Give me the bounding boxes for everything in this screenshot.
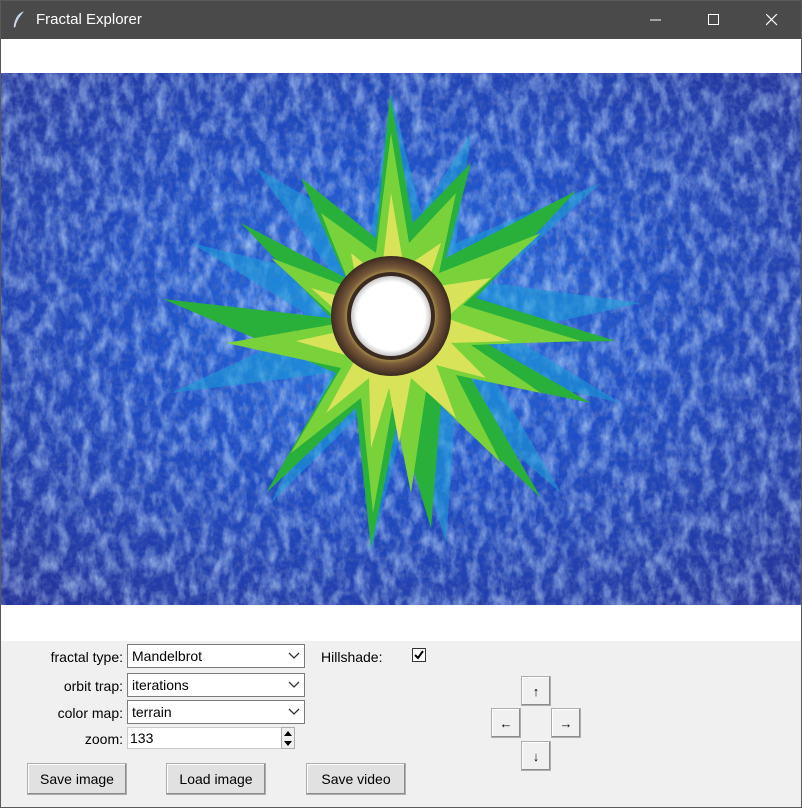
triangle-up-icon <box>284 730 292 736</box>
zoom-stepper[interactable] <box>281 727 295 749</box>
fractal-canvas[interactable] <box>1 39 801 641</box>
save-image-label: Save image <box>40 771 114 787</box>
pan-left-button[interactable]: ← <box>491 708 521 738</box>
save-image-button[interactable]: Save image <box>27 763 127 795</box>
chevron-down-icon <box>288 681 300 688</box>
maximize-button[interactable] <box>685 1 743 39</box>
window-title: Fractal Explorer <box>36 11 142 28</box>
arrow-left-icon: ← <box>499 715 513 731</box>
load-image-label: Load image <box>179 771 253 787</box>
minimize-button[interactable] <box>627 1 685 39</box>
zoom-label: zoom: <box>84 731 123 747</box>
checkmark-icon <box>414 650 424 660</box>
orbit-trap-value: iterations <box>132 677 189 693</box>
minimize-icon <box>650 19 661 21</box>
pan-right-button[interactable]: → <box>551 708 581 738</box>
chevron-down-icon <box>288 652 300 659</box>
zoom-increment-button[interactable] <box>282 728 294 738</box>
load-image-button[interactable]: Load image <box>166 763 266 795</box>
zoom-decrement-button[interactable] <box>282 738 294 748</box>
maximize-icon <box>708 14 719 25</box>
zoom-spinbox[interactable]: 133 <box>127 727 295 749</box>
app-window: Fractal Explorer fractal type: Mandelbro… <box>0 0 802 808</box>
pan-up-button[interactable]: ↑ <box>521 676 551 706</box>
hillshade-label: Hillshade: <box>321 649 383 665</box>
fractal-type-label: fractal type: <box>50 649 123 665</box>
fractal-type-select[interactable]: Mandelbrot <box>127 644 305 668</box>
close-icon <box>766 14 778 26</box>
chevron-down-icon <box>288 708 300 715</box>
save-video-label: Save video <box>321 771 391 787</box>
fractal-image[interactable] <box>1 73 801 605</box>
save-video-button[interactable]: Save video <box>306 763 406 795</box>
close-button[interactable] <box>743 1 801 39</box>
color-map-label: color map: <box>57 705 123 721</box>
color-map-value: terrain <box>132 704 172 720</box>
triangle-down-icon <box>284 740 292 746</box>
orbit-trap-label: orbit trap: <box>63 678 123 694</box>
arrow-right-icon: → <box>559 715 573 731</box>
fractal-type-value: Mandelbrot <box>132 648 203 664</box>
zoom-value: 133 <box>130 730 154 746</box>
arrow-down-icon: ↓ <box>532 748 540 764</box>
pan-down-button[interactable]: ↓ <box>521 741 551 771</box>
orbit-trap-select[interactable]: iterations <box>127 673 305 697</box>
arrow-up-icon: ↑ <box>532 683 540 699</box>
color-map-select[interactable]: terrain <box>127 700 305 724</box>
hillshade-checkbox[interactable] <box>412 648 426 662</box>
title-bar[interactable]: Fractal Explorer <box>1 1 801 39</box>
feather-icon <box>13 11 24 28</box>
